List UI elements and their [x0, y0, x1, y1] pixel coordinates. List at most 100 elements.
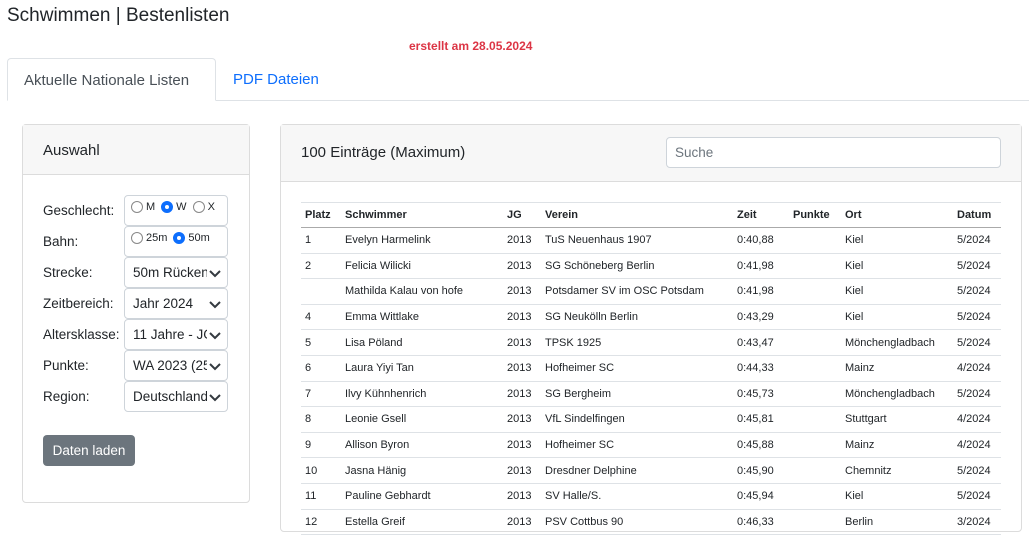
region-select[interactable]: Deutschland: [124, 381, 228, 412]
points-select[interactable]: WA 2023 (25: [124, 350, 228, 381]
column-header[interactable]: Datum: [953, 202, 1001, 228]
search-input[interactable]: [666, 137, 1001, 168]
gender-label: Geschlecht:: [43, 203, 115, 218]
table-cell: Dresdner Delphine: [541, 457, 733, 484]
region-select-value: Deutschland: [133, 389, 209, 404]
tab-pdf-files[interactable]: PDF Dateien: [217, 58, 335, 100]
table-cell: Laura Yiyi Tan: [341, 355, 503, 382]
course-50m-radio[interactable]: [173, 232, 186, 244]
results-panel: 100 Einträge (Maximum) Platz Schwimmer J…: [280, 124, 1022, 536]
table-cell: 6: [301, 355, 341, 382]
gender-x-radio[interactable]: [192, 201, 205, 213]
table-cell: Evelyn Harmelink: [341, 227, 503, 254]
table-row: 11 Pauline Gebhardt 2013 SV Halle/S. 0:45,94…: [301, 483, 1001, 510]
table-cell: Kiel: [841, 253, 953, 280]
table-cell: 0:41,98: [733, 278, 789, 305]
table-cell: SG Neukölln Berlin: [541, 304, 733, 331]
table-cell: 4/2024: [953, 355, 1001, 382]
table-cell: SG Bergheim: [541, 381, 733, 408]
table-cell: Chemnitz: [841, 457, 953, 484]
table-cell: Mainz: [841, 355, 953, 382]
points-row: Punkte: WA 2023 (25: [43, 350, 228, 381]
table-cell: Ilvy Kühnhenrich: [341, 381, 503, 408]
table-cell: [789, 406, 841, 433]
table-cell: 5/2024: [953, 304, 1001, 331]
table-cell: 2013: [503, 381, 541, 408]
table-cell: Lisa Pöland: [341, 329, 503, 356]
column-header[interactable]: JG: [503, 202, 541, 228]
table-row: 10 Jasna Hänig 2013 Dresdner Delphine 0:45,9…: [301, 457, 1001, 484]
table-cell: 2013: [503, 227, 541, 254]
column-header[interactable]: Schwimmer: [341, 202, 503, 228]
table-cell: 5: [301, 329, 341, 356]
table-cell: 4/2024: [953, 432, 1001, 459]
load-data-button[interactable]: Daten laden: [43, 435, 135, 466]
table-cell: 12: [301, 509, 341, 536]
table-cell: 0:45,73: [733, 381, 789, 408]
course-25m-radio[interactable]: [131, 232, 143, 244]
table-cell: 0:43,47: [733, 329, 789, 356]
region-row: Region: Deutschland: [43, 381, 228, 412]
table-cell: [789, 329, 841, 356]
table-cell: 0:45,81: [733, 406, 789, 433]
chevron-down-icon: [207, 389, 223, 405]
table-cell: 0:41,98: [733, 253, 789, 280]
chevron-down-icon: [207, 358, 223, 374]
table-cell: Allison Byron: [341, 432, 503, 459]
column-header[interactable]: Platz: [301, 202, 341, 228]
selection-panel-header: Auswahl: [23, 125, 249, 175]
age-class-select[interactable]: 11 Jahre - JG: [124, 319, 228, 350]
table-cell: 5/2024: [953, 381, 1001, 408]
table-cell: 2013: [503, 253, 541, 280]
table-cell: [789, 381, 841, 408]
table-cell: Hofheimer SC: [541, 432, 733, 459]
table-header-row: Platz Schwimmer JG Verein Zeit Punkte Or…: [301, 202, 1001, 228]
period-label: Zeitbereich:: [43, 296, 114, 311]
table-cell: Kiel: [841, 227, 953, 254]
gender-row: Geschlecht: M W X: [43, 195, 228, 226]
gender-radio-group: M W X: [124, 195, 228, 226]
table-row: 7 Ilvy Kühnhenrich 2013 SG Bergheim 0:45,73 M…: [301, 381, 1001, 408]
period-select[interactable]: Jahr 2024: [124, 288, 228, 319]
table-cell: 2013: [503, 483, 541, 510]
table-cell: 2: [301, 253, 341, 280]
created-date-note: erstellt am 28.05.2024: [409, 39, 533, 53]
table-cell: SV Halle/S.: [541, 483, 733, 510]
gender-w-radio[interactable]: [161, 201, 174, 213]
distance-label: Strecke:: [43, 265, 93, 280]
table-cell: [789, 278, 841, 305]
table-cell: 7: [301, 381, 341, 408]
table-cell: Hofheimer SC: [541, 355, 733, 382]
column-header[interactable]: Zeit: [733, 202, 789, 228]
tab-bar: Aktuelle Nationale Listen PDF Dateien: [7, 58, 1029, 101]
table-cell: 9: [301, 432, 341, 459]
table-row: 8 Leonie Gsell 2013 VfL Sindelfingen 0:45,81…: [301, 406, 1001, 433]
table-cell: 8: [301, 406, 341, 433]
course-25m-label: 25m: [146, 232, 168, 244]
distance-select[interactable]: 50m Rücken: [124, 257, 228, 288]
results-count-title: 100 Einträge (Maximum): [301, 144, 466, 161]
table-cell: Kiel: [841, 483, 953, 510]
table-cell: [789, 432, 841, 459]
table-cell: Emma Wittlake: [341, 304, 503, 331]
table-cell: 5/2024: [953, 483, 1001, 510]
table-cell: [789, 355, 841, 382]
table-row: 9 Allison Byron 2013 Hofheimer SC 0:45,88 Mai…: [301, 432, 1001, 459]
table-cell: Pauline Gebhardt: [341, 483, 503, 510]
tab-national-lists[interactable]: Aktuelle Nationale Listen: [7, 58, 216, 101]
chevron-down-icon: [207, 265, 223, 281]
table-cell: 2013: [503, 432, 541, 459]
table-row: 12 Estella Greif 2013 PSV Cottbus 90 0:46,33…: [301, 509, 1001, 536]
gender-m-radio[interactable]: [131, 201, 143, 213]
table-cell: Estella Greif: [341, 509, 503, 536]
table-cell: Felicia Wilicki: [341, 253, 503, 280]
course-radio-group: 25m 50m: [124, 226, 228, 257]
table-cell: 2013: [503, 406, 541, 433]
distance-select-value: 50m Rücken: [133, 265, 209, 280]
column-header[interactable]: Ort: [841, 202, 953, 228]
column-header[interactable]: Punkte: [789, 202, 841, 228]
column-header[interactable]: Verein: [541, 202, 733, 228]
table-cell: VfL Sindelfingen: [541, 406, 733, 433]
table-row: 4 Emma Wittlake 2013 SG Neukölln Berlin 0:43…: [301, 304, 1001, 331]
gender-x-label: X: [207, 201, 215, 213]
